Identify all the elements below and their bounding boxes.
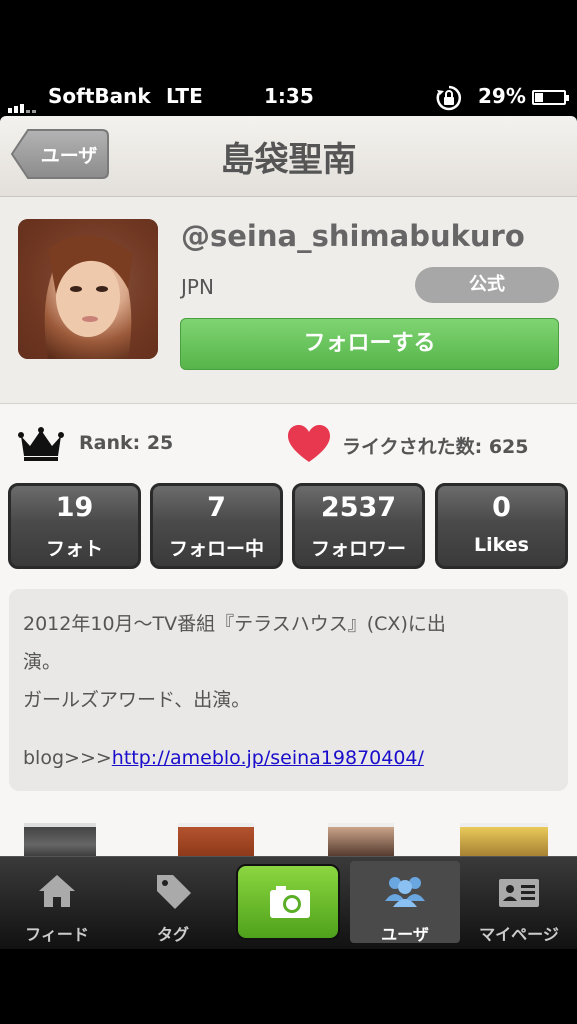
home-icon [39,875,75,907]
profile-card-icon [499,879,539,907]
back-button-label: ユーザ [40,145,98,167]
tab-label: マイページ [479,925,559,944]
profile-header: @seina_shimabukuro JPN 公式 フォローする [0,197,577,404]
battery-percentage: 29% [478,84,526,108]
photo-thumbnail[interactable] [24,823,96,859]
stat-likes-button[interactable]: 0 Likes [435,483,568,569]
photo-thumbnail[interactable] [178,823,254,859]
rank-label: Rank: 25 [79,432,174,454]
carrier-name: SoftBank [48,84,151,108]
blog-link[interactable]: http://ameblo.jp/seina19870404/ [112,747,424,769]
profile-content: Rank: 25 ライクされた数: 625 19 フォト 7 フォロー中 253… [0,404,577,859]
tab-label: フィード [25,925,89,944]
status-bar: SoftBank LTE 1:35 29% [0,0,577,116]
stat-label: フォロワー [310,538,406,560]
stat-label: フォロー中 [168,538,264,560]
tab-bar: フィード タグ ユーザ マイページ [0,856,577,949]
username: @seina_shimabukuro [181,219,525,253]
follow-button[interactable]: フォローする [180,318,559,370]
blog-line: blog>>>http://ameblo.jp/seina19870404/ [23,747,424,769]
bio-box: 2012年10月～TV番組『テラスハウス』(CX)に出 演。 ガールズアワード、… [9,589,568,791]
tab-label: タグ [156,925,189,944]
stat-photos-button[interactable]: 19 フォト [8,483,141,569]
stat-value: 19 [55,492,94,523]
bio-line: 演。 [23,651,62,673]
stat-value: 0 [492,492,511,523]
heart-icon [288,425,330,462]
photo-thumbnail[interactable] [460,823,548,859]
users-icon [385,877,425,907]
blog-prefix: blog>>> [23,747,112,769]
likes-received-label: ライクされた数: 625 [342,436,529,458]
country-code: JPN [181,275,214,299]
network-type: LTE [166,84,203,108]
tag-icon [157,875,191,909]
official-badge: 公式 [415,267,559,303]
stat-value: 7 [207,492,226,523]
stat-following-button[interactable]: 7 フォロー中 [150,483,283,569]
clock: 1:35 [264,84,314,108]
stats-row: 19 フォト 7 フォロー中 2537 フォロワー 0 Likes [8,483,569,569]
bio-line: ガールズアワード、出演。 [23,689,251,711]
camera-icon [270,886,310,918]
tab-mypage[interactable]: マイページ [464,857,574,949]
camera-button[interactable] [236,864,340,940]
stat-label: フォト [45,538,103,560]
avatar-photo [18,219,158,359]
stat-value: 2537 [320,492,397,523]
back-button[interactable]: ユーザ [10,128,110,180]
crown-icon [18,427,64,461]
bio-line: 2012年10月～TV番組『テラスハウス』(CX)に出 [23,613,446,635]
stat-followers-button[interactable]: 2537 フォロワー [292,483,425,569]
page-title: 島袋聖南 [220,140,357,180]
navigation-bar: ユーザ 島袋聖南 [0,116,577,197]
tab-feed[interactable]: フィード [2,857,112,949]
battery-icon [532,90,569,105]
tab-tags[interactable]: タグ [118,857,228,949]
stat-label: Likes [474,534,529,556]
signal-strength-icon [8,94,38,113]
rotation-lock-icon [436,85,462,111]
tab-label: ユーザ [381,925,429,944]
avatar[interactable] [18,219,158,359]
photo-thumbnail[interactable] [328,823,394,859]
tab-users[interactable]: ユーザ [350,861,460,944]
